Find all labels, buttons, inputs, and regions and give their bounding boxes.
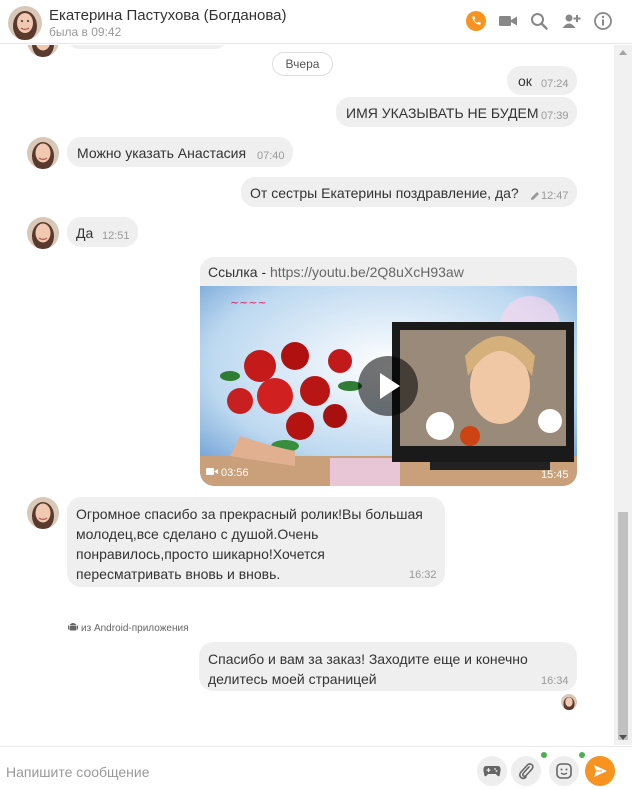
message-time: 12:47 <box>541 190 569 202</box>
new-indicator-dot <box>579 752 585 758</box>
video-message[interactable]: Ссылка - https://youtu.be/2Q8uXcH93aw ~~… <box>200 257 577 486</box>
android-icon <box>68 621 78 635</box>
paperclip-icon[interactable] <box>511 756 541 786</box>
emoji-icon[interactable] <box>549 756 579 786</box>
message-bubble-incoming[interactable]: Огромное спасибо за прекрасный ролик!Вы … <box>67 497 445 587</box>
contact-name[interactable]: Екатерина Пастухова (Богданова) <box>49 7 286 24</box>
scroll-up-arrow-icon[interactable] <box>619 50 627 55</box>
message-time: 07:40 <box>257 150 285 162</box>
gamepad-icon[interactable] <box>477 756 507 786</box>
message-text: Спасибо и вам за заказ! Заходите еще и к… <box>208 651 528 687</box>
chat-header: Екатерина Пастухова (Богданова) была в 0… <box>0 0 632 44</box>
message-time: 12:51 <box>102 230 130 242</box>
scroll-down-arrow-icon[interactable] <box>619 735 627 740</box>
message-time: 07:39 <box>541 110 569 122</box>
message-bubble-incoming[interactable]: Да 12:51 <box>67 217 138 247</box>
new-indicator-dot <box>541 752 547 758</box>
message-time: 16:34 <box>541 675 569 687</box>
edited-pencil-icon <box>530 188 540 204</box>
message-text: ок <box>518 73 532 89</box>
message-text: Да <box>76 225 94 241</box>
message-list[interactable]: Вчера ок 07:24 ИМЯ УКАЗЫВАТЬ НЕ БУДЕМ 07… <box>0 45 614 745</box>
scrollbar-thumb[interactable] <box>618 512 628 740</box>
svg-text:~~~~: ~~~~ <box>230 296 267 309</box>
message-bubble-outgoing[interactable]: От сестры Екатерины поздравление, да? 12… <box>241 177 577 207</box>
contact-avatar[interactable] <box>8 6 42 40</box>
add-user-icon[interactable] <box>560 10 582 32</box>
link-label: Ссылка - <box>208 264 271 280</box>
message-bubble-outgoing[interactable]: ИМЯ УКАЗЫВАТЬ НЕ БУДЕМ 07:39 <box>336 97 577 127</box>
contact-avatar-small[interactable] <box>27 217 59 249</box>
message-time: 16:32 <box>409 569 437 581</box>
link-url[interactable]: https://youtu.be/2Q8uXcH93aw <box>270 264 464 280</box>
message-input[interactable]: Напишите сообщение <box>6 764 150 780</box>
contact-avatar-small[interactable] <box>27 497 59 529</box>
message-bubble-incoming[interactable]: Можно указать Анастасия 07:40 <box>67 137 293 167</box>
contact-avatar-small <box>27 45 59 57</box>
video-link[interactable]: Ссылка - https://youtu.be/2Q8uXcH93aw <box>208 264 464 280</box>
chat-scrollbar[interactable] <box>614 45 632 745</box>
send-icon[interactable] <box>585 756 615 786</box>
message-text: Можно указать Анастасия <box>77 145 247 161</box>
message-time: 15:45 <box>541 469 569 481</box>
message-text: От сестры Екатерины поздравление, да? <box>250 185 519 201</box>
message-time: 07:24 <box>541 78 569 90</box>
search-icon[interactable] <box>528 10 550 32</box>
message-text: ИМЯ УКАЗЫВАТЬ НЕ БУДЕМ <box>346 105 539 121</box>
video-thumbnail[interactable]: ~~~~ 03:56 15:45 <box>200 286 577 486</box>
android-source-note: из Android-приложения <box>68 621 188 635</box>
date-divider: Вчера <box>272 52 333 76</box>
message-bubble-outgoing[interactable]: Спасибо и вам за заказ! Заходите еще и к… <box>199 642 577 691</box>
message-bubble-cut <box>67 45 227 49</box>
message-text: Огромное спасибо за прекрасный ролик!Вы … <box>76 506 423 582</box>
message-composer: Напишите сообщение <box>0 746 632 789</box>
last-seen-status: была в 09:42 <box>49 25 122 39</box>
video-duration: 03:56 <box>206 467 249 479</box>
message-bubble-outgoing[interactable]: ок 07:24 <box>507 66 577 95</box>
contact-avatar-small[interactable] <box>27 137 59 169</box>
phone-call-icon[interactable] <box>465 10 487 32</box>
video-camera-icon <box>206 467 218 479</box>
video-call-icon[interactable] <box>497 10 519 32</box>
read-receipt-avatar <box>561 694 577 710</box>
info-icon[interactable] <box>592 10 614 32</box>
